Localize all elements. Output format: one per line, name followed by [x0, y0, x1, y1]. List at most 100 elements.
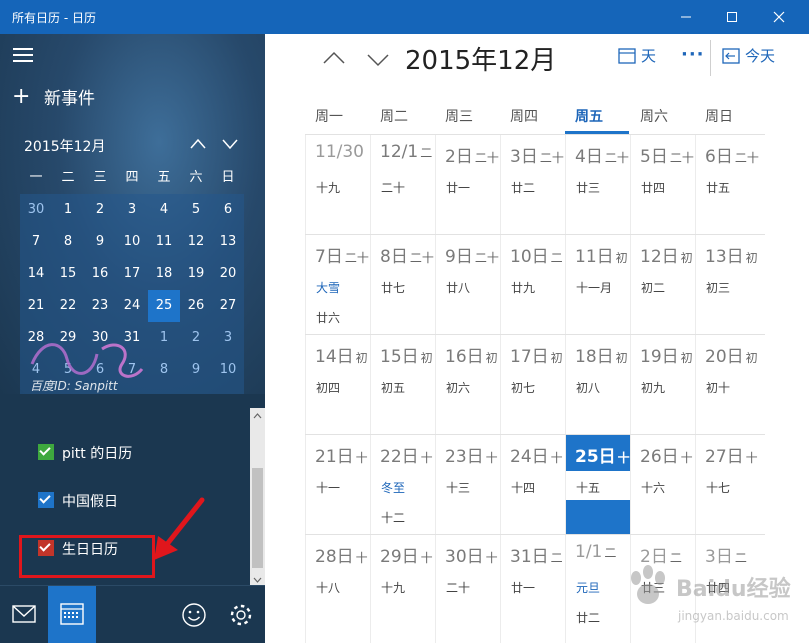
- holiday-event[interactable]: 大雪: [316, 279, 340, 296]
- day-cell[interactable]: 20日初初十: [695, 335, 760, 434]
- mini-calendar-title[interactable]: 2015年12月: [24, 136, 105, 156]
- mini-day[interactable]: 11: [148, 226, 180, 258]
- hamburger-menu-button[interactable]: [13, 46, 35, 64]
- mini-day[interactable]: 2: [84, 194, 116, 226]
- mini-prev-month-button[interactable]: [188, 134, 208, 154]
- day-cell[interactable]: 26日十十六: [630, 435, 695, 534]
- mini-day[interactable]: 5: [180, 194, 212, 226]
- lunar-date: 初八: [576, 381, 601, 395]
- mini-day[interactable]: 21: [20, 290, 52, 322]
- mini-day[interactable]: 8: [52, 226, 84, 258]
- day-cell[interactable]: 14日初初四: [305, 335, 370, 434]
- day-cell[interactable]: 11/30 十九: [305, 135, 370, 234]
- day-cell[interactable]: 19日初初九: [630, 335, 695, 434]
- day-cell[interactable]: 15日初初五: [370, 335, 435, 434]
- day-cell[interactable]: 12日初初二: [630, 235, 695, 334]
- holiday-event[interactable]: 冬至: [381, 479, 405, 496]
- more-options-button[interactable]: ···: [681, 44, 705, 65]
- mini-day[interactable]: 16: [84, 258, 116, 290]
- day-cell[interactable]: 8日 二十 廿七: [370, 235, 435, 334]
- calendar-button[interactable]: [48, 586, 96, 643]
- mini-day[interactable]: 13: [212, 226, 244, 258]
- day-cell[interactable]: 24日十十四: [500, 435, 565, 534]
- month-title[interactable]: 2015年12月: [405, 40, 556, 77]
- day-cell[interactable]: 23日十十三: [435, 435, 500, 534]
- feedback-button[interactable]: [170, 586, 218, 643]
- day-cell[interactable]: 6日 二十 廿五: [695, 135, 760, 234]
- day-cell[interactable]: 28日十十八: [305, 535, 370, 643]
- mini-day[interactable]: 15: [52, 258, 84, 290]
- mini-day[interactable]: 18: [148, 258, 180, 290]
- lunar-date: 二十: [446, 581, 471, 595]
- mini-day[interactable]: 7: [20, 226, 52, 258]
- scroll-up-icon[interactable]: [250, 410, 265, 422]
- minimize-button[interactable]: [664, 2, 708, 32]
- day-cell[interactable]: 22日十冬至 十二: [370, 435, 435, 534]
- day-cell[interactable]: 11日初十一月: [565, 235, 630, 334]
- scroll-thumb[interactable]: [252, 468, 263, 568]
- mini-day[interactable]: 9: [180, 354, 212, 386]
- day-cell[interactable]: 31日二廿一: [500, 535, 565, 643]
- mini-day[interactable]: 2: [180, 322, 212, 354]
- day-cell[interactable]: 12/1 二二十: [370, 135, 435, 234]
- day-cell[interactable]: 29日十十九: [370, 535, 435, 643]
- day-number: 31日二: [510, 542, 563, 567]
- day-cell-today[interactable]: 25日十十五: [565, 435, 630, 534]
- mini-day[interactable]: 9: [84, 226, 116, 258]
- mini-next-month-button[interactable]: [220, 134, 240, 154]
- mini-day[interactable]: 20: [212, 258, 244, 290]
- holiday-event[interactable]: 元旦: [576, 579, 600, 596]
- calendar-checkbox[interactable]: [38, 444, 54, 460]
- maximize-icon: [727, 12, 737, 22]
- mail-button[interactable]: [0, 586, 48, 643]
- day-cell[interactable]: 4日 二十 廿三: [565, 135, 630, 234]
- day-cell[interactable]: 3日 二十 廿二: [500, 135, 565, 234]
- day-lunar-prefix: 二: [550, 251, 563, 265]
- day-cell[interactable]: 5日 二十 廿四: [630, 135, 695, 234]
- calendar-list-item[interactable]: pitt 的日历: [38, 438, 238, 468]
- mini-day[interactable]: 23: [84, 290, 116, 322]
- day-lunar-prefix: 初: [615, 251, 628, 265]
- calendar-checkbox[interactable]: [38, 492, 54, 508]
- day-cell[interactable]: 16日初初六: [435, 335, 500, 434]
- mini-day[interactable]: 10: [116, 226, 148, 258]
- calendar-list-scrollbar[interactable]: [250, 408, 265, 588]
- mini-day[interactable]: 8: [148, 354, 180, 386]
- day-cell[interactable]: 18日初初八: [565, 335, 630, 434]
- close-button[interactable]: [757, 2, 801, 32]
- day-cell[interactable]: 10日二廿九: [500, 235, 565, 334]
- day-cell[interactable]: 7日 二十 大雪 廿六: [305, 235, 370, 334]
- mini-day-selected[interactable]: 25: [148, 290, 180, 322]
- mini-day[interactable]: 12: [180, 226, 212, 258]
- today-event-block[interactable]: [566, 500, 630, 534]
- day-cell[interactable]: 30日十二十: [435, 535, 500, 643]
- day-cell[interactable]: 13日初初三: [695, 235, 760, 334]
- mini-day[interactable]: 4: [148, 194, 180, 226]
- mini-day[interactable]: 26: [180, 290, 212, 322]
- day-cell[interactable]: 17日初初七: [500, 335, 565, 434]
- next-month-button[interactable]: [363, 44, 393, 74]
- mini-day[interactable]: 19: [180, 258, 212, 290]
- mini-day[interactable]: 14: [20, 258, 52, 290]
- day-cell[interactable]: 2日 二十 廿一: [435, 135, 500, 234]
- day-cell[interactable]: 21日十十一: [305, 435, 370, 534]
- day-number: 7日 二十: [315, 242, 369, 267]
- settings-button[interactable]: [217, 586, 265, 643]
- mini-day[interactable]: 1: [148, 322, 180, 354]
- mini-day[interactable]: 3: [212, 322, 244, 354]
- prev-month-button[interactable]: [319, 44, 349, 74]
- mini-day[interactable]: 3: [116, 194, 148, 226]
- mini-day[interactable]: 27: [212, 290, 244, 322]
- mini-day[interactable]: 17: [116, 258, 148, 290]
- mini-day[interactable]: 6: [212, 194, 244, 226]
- mini-day[interactable]: 10: [212, 354, 244, 386]
- chevron-down-icon: [222, 139, 238, 150]
- mini-day[interactable]: 22: [52, 290, 84, 322]
- day-cell[interactable]: 27日十十七: [695, 435, 760, 534]
- sidebar-bottom-bar: [0, 585, 265, 643]
- mini-day[interactable]: 1: [52, 194, 84, 226]
- mini-day[interactable]: 24: [116, 290, 148, 322]
- maximize-button[interactable]: [710, 2, 754, 32]
- mini-day[interactable]: 30: [20, 194, 52, 226]
- day-cell[interactable]: 9日 二十 廿八: [435, 235, 500, 334]
